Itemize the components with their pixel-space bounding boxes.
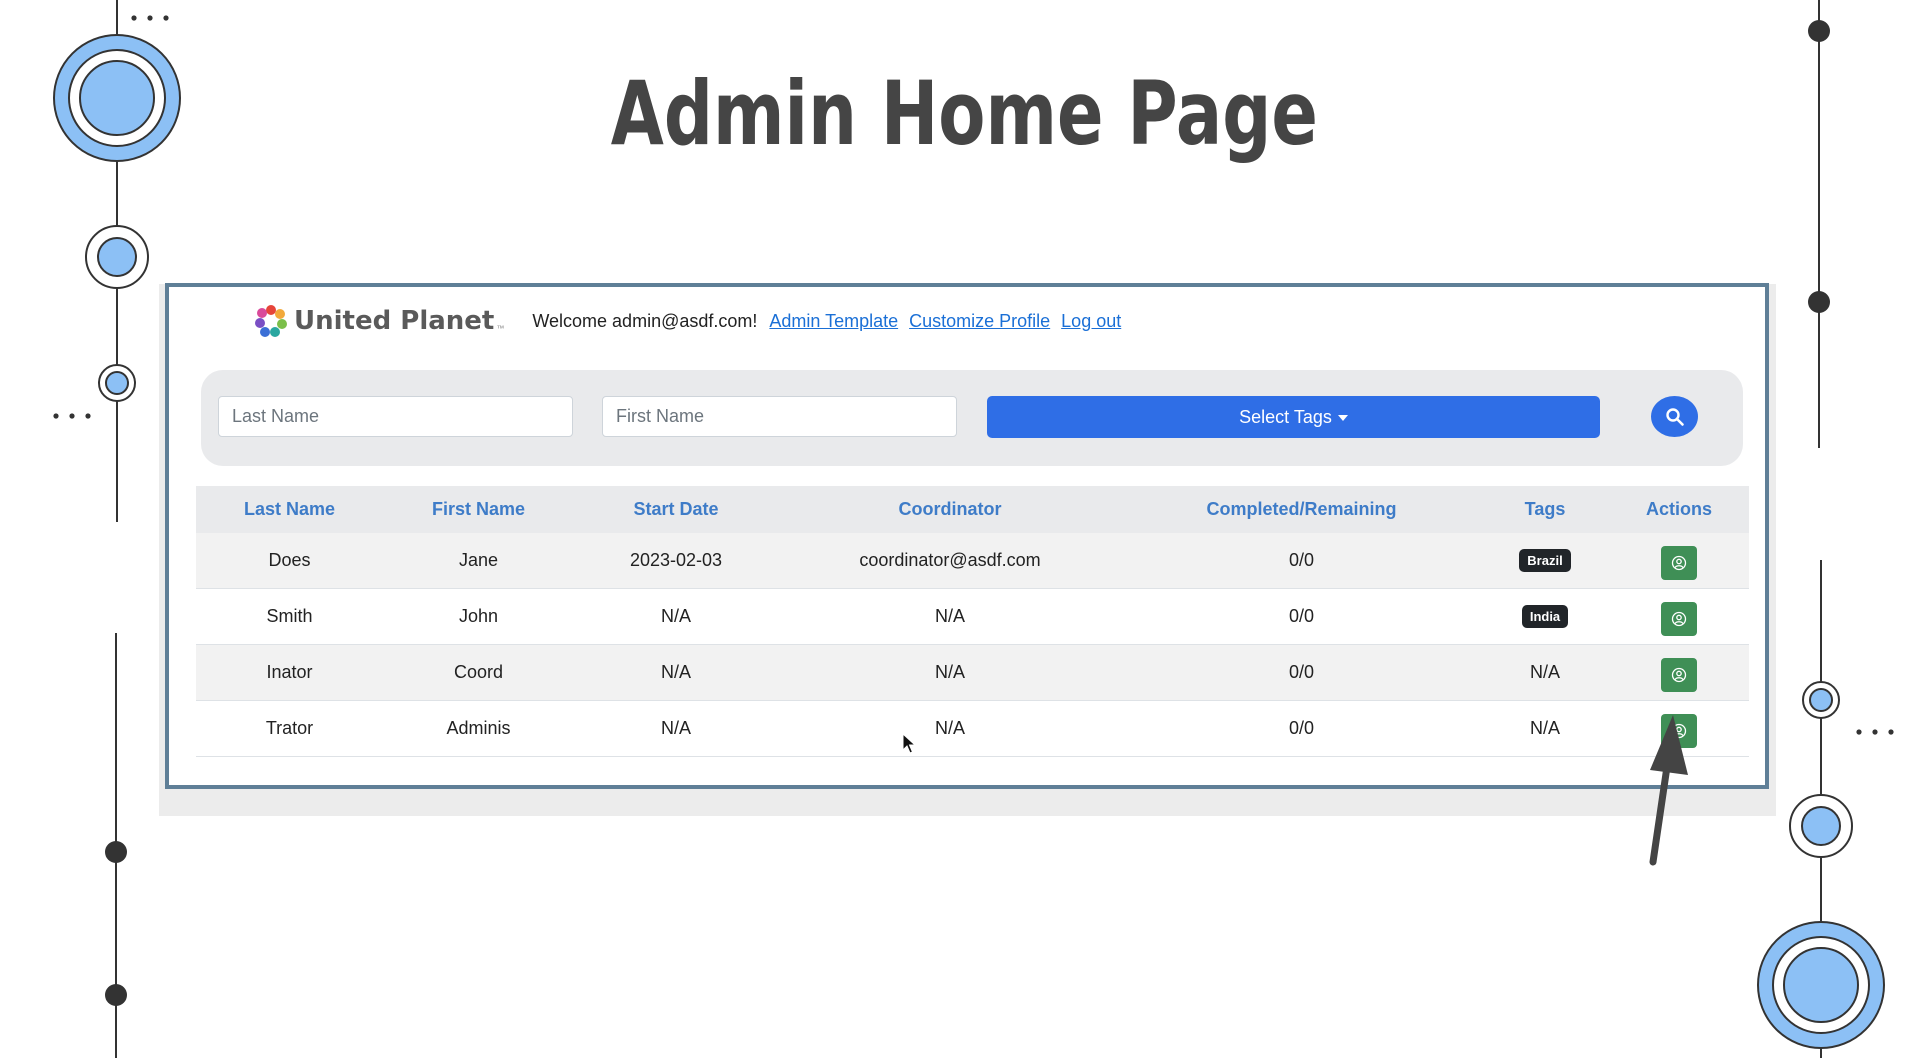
actions-cell [1609,644,1749,701]
user-circle-icon [1671,667,1687,682]
column-header[interactable]: Start Date [574,486,778,533]
actions-cell [1609,700,1749,757]
view-user-button[interactable] [1661,713,1697,748]
user-circle-icon [1671,611,1687,626]
tags-cell: Brazil [1481,533,1609,589]
navbar: United Planet ™ Welcome admin@asdf.com! … [254,297,1132,345]
start-date-cell: N/A [574,588,778,645]
progress-cell: 0/0 [1122,588,1481,645]
first-name-cell: Jane [383,533,574,589]
actions-cell [1609,533,1749,589]
coordinator-cell: N/A [778,700,1122,757]
start-date-cell: N/A [574,644,778,701]
last-name-input[interactable] [218,396,573,437]
user-circle-icon [1671,723,1687,738]
tag-badge: Brazil [1519,549,1571,572]
welcome-text: Welcome admin@asdf.com! [532,310,758,331]
last-name-cell: Trator [196,700,383,757]
progress-cell: 0/0 [1122,644,1481,701]
tags-cell: N/A [1481,644,1609,701]
view-user-button[interactable] [1661,545,1697,580]
progress-cell: 0/0 [1122,700,1481,757]
actions-cell [1609,588,1749,645]
view-user-button[interactable] [1661,657,1697,692]
customize-profile-link[interactable]: Customize Profile [909,311,1050,332]
start-date-cell: 2023-02-03 [574,533,778,589]
logout-link[interactable]: Log out [1061,311,1121,332]
select-tags-button[interactable]: Select Tags [987,396,1600,438]
slide-title: Admin Home Page [610,62,1318,165]
column-header[interactable]: Tags [1481,486,1609,533]
brand-logo[interactable]: United Planet ™ [254,304,504,338]
last-name-cell: Smith [196,588,383,645]
first-name-cell: John [383,588,574,645]
tags-cell: India [1481,588,1609,645]
column-header[interactable]: Coordinator [778,486,1122,533]
admin-template-link[interactable]: Admin Template [769,311,898,332]
flower-logo-icon [255,305,287,337]
last-name-cell: Inator [196,644,383,701]
mouse-pointer-icon [902,733,916,754]
table-row: Inator Coord N/A N/A 0/0 N/A [196,644,1749,701]
column-header[interactable]: First Name [383,486,574,533]
select-tags-label: Select Tags [1239,406,1332,427]
table-row: Trator Adminis N/A N/A 0/0 N/A [196,700,1749,757]
coordinator-cell: coordinator@asdf.com [778,533,1122,589]
app-screenshot-frame: United Planet ™ Welcome admin@asdf.com! … [165,283,1769,789]
start-date-cell: N/A [574,700,778,757]
column-header[interactable]: Completed/Remaining [1122,486,1481,533]
first-name-input[interactable] [602,396,957,437]
table-row: Smith John N/A N/A 0/0 India [196,588,1749,645]
table-row: Does Jane 2023-02-03 coordinator@asdf.co… [196,533,1749,589]
caret-down-icon [1337,415,1348,421]
first-name-cell: Coord [383,644,574,701]
coordinator-cell: N/A [778,588,1122,645]
column-header[interactable]: Last Name [196,486,383,533]
search-button[interactable] [1651,396,1698,437]
tag-badge: India [1521,605,1569,628]
students-table: Last Name First Name Start Date Coordina… [196,486,1749,757]
table-header-row: Last Name First Name Start Date Coordina… [196,486,1749,533]
column-header: Actions [1609,486,1749,533]
last-name-cell: Does [196,533,383,589]
progress-cell: 0/0 [1122,533,1481,589]
search-icon [1665,407,1684,426]
user-circle-icon [1671,555,1687,570]
brand-name: United Planet [294,306,495,336]
tags-cell: N/A [1481,700,1609,757]
search-panel: Select Tags [201,370,1743,466]
trademark-mark: ™ [496,323,505,333]
coordinator-cell: N/A [778,644,1122,701]
view-user-button[interactable] [1661,601,1697,636]
first-name-cell: Adminis [383,700,574,757]
